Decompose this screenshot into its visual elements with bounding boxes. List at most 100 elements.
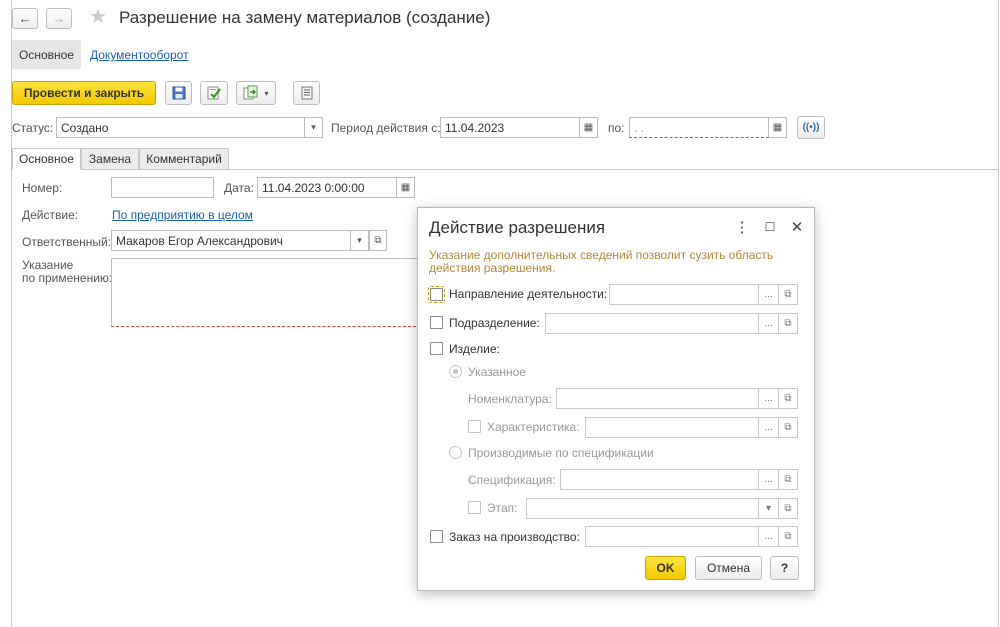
tab-replacement[interactable]: Замена	[81, 148, 139, 170]
ellipsis-icon: ...	[764, 474, 773, 485]
ellipsis-icon: ...	[764, 531, 773, 542]
save-button[interactable]	[165, 81, 192, 105]
close-icon[interactable]: ✕	[789, 218, 805, 236]
tab-main[interactable]: Основное	[12, 148, 81, 170]
open-window-icon: ⧉	[784, 531, 792, 542]
period-to-calendar-button[interactable]: ▦	[769, 117, 787, 138]
usage-label-line2: по применению:	[22, 271, 113, 285]
responsible-dropdown-button[interactable]: ▾	[351, 230, 369, 251]
period-from-calendar-button[interactable]: ▦	[580, 117, 598, 138]
activity-select-button[interactable]: ...	[759, 284, 779, 305]
date-label: Дата:	[224, 181, 254, 195]
order-label: Заказ на производство:	[449, 530, 580, 544]
department-input[interactable]	[545, 313, 759, 334]
specification-open-button[interactable]: ⧉	[778, 469, 798, 490]
characteristic-select-button[interactable]: ...	[759, 417, 779, 438]
chevron-down-icon: ▾	[765, 503, 772, 514]
create-based-on-button[interactable]: ▾	[236, 81, 276, 105]
back-button[interactable]: ←	[12, 8, 38, 29]
post-button[interactable]	[200, 81, 228, 105]
produced-by-spec-radio[interactable]	[449, 446, 462, 459]
period-to-input[interactable]: . .	[629, 117, 769, 138]
ellipsis-icon: ...	[764, 289, 773, 300]
characteristic-open-button[interactable]: ⧉	[778, 417, 798, 438]
period-from-value: 11.04.2023	[445, 120, 505, 135]
activity-open-button[interactable]: ⧉	[778, 284, 798, 305]
order-checkbox[interactable]	[430, 530, 443, 543]
report-icon	[301, 86, 312, 100]
ok-button[interactable]: OK	[645, 556, 686, 580]
ellipsis-icon: ...	[764, 393, 773, 404]
action-link[interactable]: По предприятию в целом	[112, 208, 253, 222]
nomenclature-input[interactable]	[556, 388, 759, 409]
help-button[interactable]: ?	[770, 556, 799, 580]
nomenclature-select-button[interactable]: ...	[759, 388, 779, 409]
specification-input[interactable]	[560, 469, 759, 490]
dialog-title: Действие разрешения	[429, 218, 606, 237]
date-calendar-button[interactable]: ▦	[397, 177, 415, 198]
product-label: Изделие:	[449, 342, 500, 356]
department-open-button[interactable]: ⧉	[778, 313, 798, 334]
specified-label: Указанное	[468, 365, 526, 379]
ellipsis-icon: ...	[764, 422, 773, 433]
activity-input[interactable]	[609, 284, 759, 305]
tab-docflow-link[interactable]: Документооборот	[90, 48, 189, 62]
more-menu-icon[interactable]: ⋮	[734, 218, 750, 236]
responsible-input[interactable]: Макаров Егор Александрович	[111, 230, 351, 251]
department-checkbox[interactable]	[430, 316, 443, 329]
order-select-button[interactable]: ...	[759, 526, 779, 547]
usage-label: Указание по применению:	[22, 259, 112, 285]
stage-input[interactable]	[526, 498, 759, 519]
order-open-button[interactable]: ⧉	[778, 526, 798, 547]
create-based-icon	[243, 85, 258, 100]
status-select[interactable]: Создано	[56, 117, 305, 138]
nomenclature-open-button[interactable]: ⧉	[778, 388, 798, 409]
calendar-icon: ▦	[772, 122, 783, 133]
open-window-icon: ⧉	[784, 318, 792, 329]
open-window-icon: ⧉	[784, 289, 792, 300]
date-input[interactable]: 11.04.2023 0:00:00	[257, 177, 397, 198]
stage-open-button[interactable]: ⧉	[778, 498, 798, 519]
forward-button[interactable]: →	[46, 8, 72, 29]
report-button[interactable]	[293, 81, 320, 105]
specification-select-button[interactable]: ...	[759, 469, 779, 490]
post-and-close-button[interactable]: Провести и закрыть	[12, 81, 156, 105]
arrow-right-icon: →	[52, 11, 66, 26]
open-window-icon: ⧉	[784, 422, 792, 433]
stage-checkbox[interactable]	[468, 501, 481, 514]
period-picker-button[interactable]: ((•))	[797, 116, 825, 139]
department-label: Подразделение:	[449, 316, 540, 330]
status-value: Создано	[61, 120, 109, 135]
number-label: Номер:	[22, 181, 63, 195]
specified-radio[interactable]	[449, 365, 462, 378]
order-input[interactable]	[585, 526, 759, 547]
product-checkbox[interactable]	[430, 342, 443, 355]
status-label: Статус:	[12, 121, 54, 135]
dialog-hint: Указание дополнительных сведений позволи…	[429, 248, 774, 275]
usage-label-line1: Указание	[22, 258, 74, 272]
chevron-down-icon: ▾	[264, 88, 269, 98]
characteristic-checkbox[interactable]	[468, 420, 481, 433]
open-window-icon: ⧉	[374, 235, 382, 246]
cancel-button[interactable]: Отмена	[695, 556, 762, 580]
post-icon	[207, 86, 221, 100]
page-title: Разрешение на замену материалов (создани…	[119, 8, 491, 27]
number-input[interactable]	[111, 177, 214, 198]
usage-textarea[interactable]	[111, 258, 421, 327]
stage-label: Этап:	[487, 501, 518, 515]
chevron-down-icon: ▾	[357, 235, 362, 245]
department-select-button[interactable]: ...	[759, 313, 779, 334]
favorite-star-icon[interactable]: ★	[89, 7, 107, 27]
stage-dropdown-button[interactable]: ▾	[759, 498, 779, 519]
period-from-input[interactable]: 11.04.2023	[440, 117, 580, 138]
tab-comment[interactable]: Комментарий	[139, 148, 229, 170]
calendar-icon: ▦	[400, 182, 411, 193]
responsible-open-button[interactable]: ⧉	[369, 230, 387, 251]
characteristic-input[interactable]	[585, 417, 759, 438]
arrow-left-icon: ←	[18, 11, 32, 26]
tab-main-section[interactable]: Основное	[12, 40, 81, 69]
status-dropdown-button[interactable]: ▾	[305, 117, 323, 138]
activity-label: Направление деятельности:	[449, 287, 608, 301]
activity-checkbox[interactable]	[428, 286, 445, 303]
maximize-icon[interactable]: ☐	[762, 220, 778, 234]
